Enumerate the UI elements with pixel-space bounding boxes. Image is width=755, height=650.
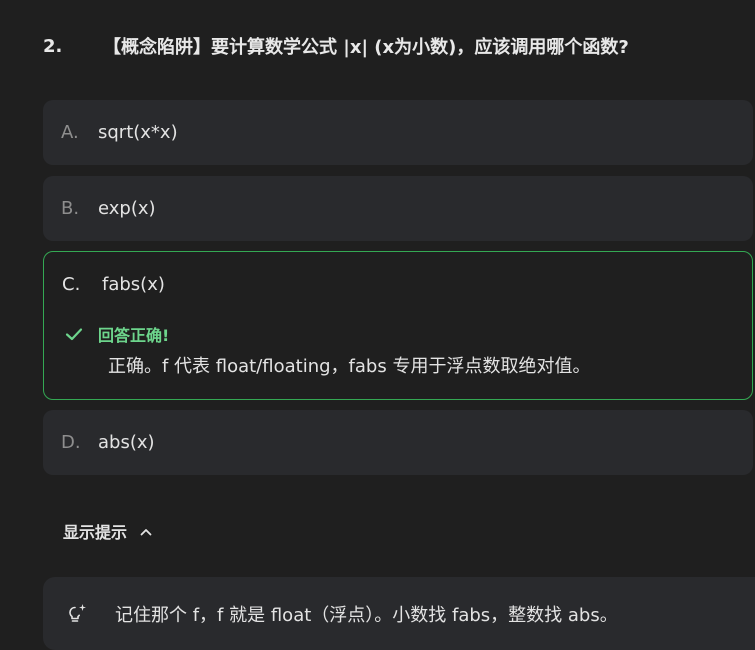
hint-text: 记住那个 f，f 就是 float（浮点）。小数找 fabs，整数找 abs。 [115,604,618,626]
show-hint-button[interactable]: 显示提示 [63,519,153,543]
option-text: exp(x) [98,198,156,219]
feedback-status: 回答正确! [64,322,169,346]
option-row: C. fabs(x) [62,274,165,295]
option-text: sqrt(x*x) [98,122,178,143]
option-a[interactable]: A. sqrt(x*x) [43,100,753,165]
feedback-explanation: 正确。f 代表 float/floating，fabs 专用于浮点数取绝对值。 [108,356,591,377]
quiz-page: 2. 【概念陷阱】要计算数学公式 |x| (x为小数)，应该调用哪个函数? A.… [0,0,755,650]
question-text: 【概念陷阱】要计算数学公式 |x| (x为小数)，应该调用哪个函数? [103,37,629,58]
option-d[interactable]: D. abs(x) [43,410,753,475]
option-letter: C. [62,274,81,295]
option-letter: D. [61,432,81,453]
option-c-selected-correct[interactable]: C. fabs(x) 回答正确! 正确。f 代表 float/floating，… [43,251,753,400]
option-text: abs(x) [98,432,155,453]
option-text: fabs(x) [102,274,165,295]
question-number: 2. [43,35,63,57]
feedback-status-text: 回答正确! [98,326,170,345]
option-letter: A. [61,122,79,143]
option-b[interactable]: B. exp(x) [43,176,753,241]
hint-panel: 记住那个 f，f 就是 float（浮点）。小数找 fabs，整数找 abs。 [43,577,755,650]
check-icon [64,324,84,344]
lightbulb-icon [65,602,89,626]
option-letter: B. [61,198,80,219]
question-header: 2. 【概念陷阱】要计算数学公式 |x| (x为小数)，应该调用哪个函数? [43,33,629,59]
chevron-up-icon [139,524,153,538]
show-hint-label: 显示提示 [63,523,128,542]
